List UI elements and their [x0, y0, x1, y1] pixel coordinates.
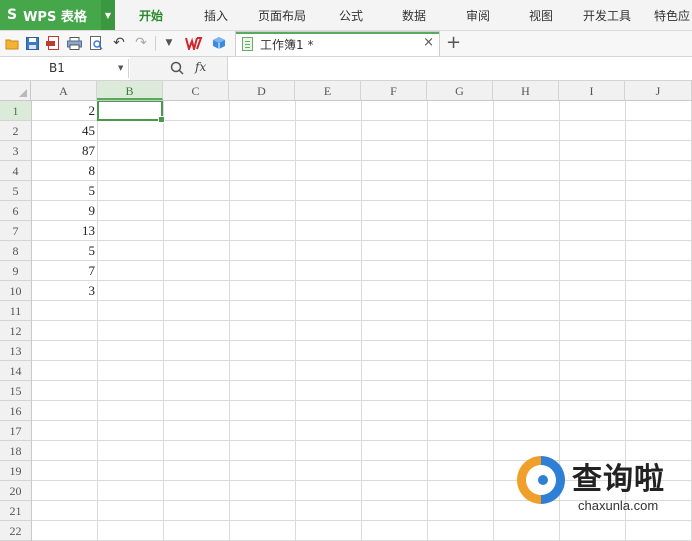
- row-header[interactable]: 14: [0, 361, 31, 381]
- magnifier-logo-icon: [517, 456, 565, 504]
- menu-bar: S WPS 表格 ▼ 开始 插入 页面布局 公式 数据 审阅 视图 开发工具 特…: [0, 0, 692, 31]
- row-header[interactable]: 12: [0, 321, 31, 341]
- menu-tab-start[interactable]: 开始: [139, 0, 163, 30]
- row-header[interactable]: 17: [0, 421, 31, 441]
- column-headers: A B C D E F G H I J: [0, 81, 692, 101]
- row-header[interactable]: 4: [0, 161, 31, 181]
- save-icon[interactable]: [24, 35, 40, 51]
- quick-access-toolbar: ↶ ↷ ▼ 工作簿1 * × +: [0, 31, 692, 57]
- export-pdf-icon[interactable]: [45, 35, 61, 51]
- cell-a4[interactable]: 8: [32, 161, 96, 181]
- row-header[interactable]: 18: [0, 441, 31, 461]
- watermark-logo: 查询啦 chaxunla.com: [514, 452, 684, 518]
- close-tab-icon[interactable]: ×: [423, 35, 434, 50]
- cell-a9[interactable]: 7: [32, 261, 96, 281]
- cell-a3[interactable]: 87: [32, 141, 95, 161]
- row-header[interactable]: 19: [0, 461, 31, 481]
- name-box-dropdown-icon[interactable]: ▼: [118, 64, 123, 72]
- open-folder-icon[interactable]: [4, 35, 20, 51]
- new-tab-button[interactable]: +: [446, 32, 461, 53]
- menu-tab-page-layout[interactable]: 页面布局: [258, 0, 306, 30]
- column-header-d[interactable]: D: [229, 81, 295, 100]
- wps-logo-icon[interactable]: [185, 35, 203, 51]
- row-header[interactable]: 22: [0, 521, 31, 541]
- row-header[interactable]: 10: [0, 281, 31, 301]
- row-header[interactable]: 21: [0, 501, 31, 521]
- row-header[interactable]: 8: [0, 241, 31, 261]
- row-header[interactable]: 1: [0, 101, 31, 121]
- column-header-a[interactable]: A: [31, 81, 97, 100]
- column-header-b[interactable]: B: [97, 81, 163, 100]
- row-header[interactable]: 16: [0, 401, 31, 421]
- insert-function-button[interactable]: fx: [195, 60, 206, 74]
- column-header-i[interactable]: I: [559, 81, 625, 100]
- menu-tab-data[interactable]: 数据: [402, 0, 426, 30]
- toolbar-separator: [155, 36, 156, 51]
- name-box[interactable]: B1 ▼: [0, 59, 129, 78]
- column-header-c[interactable]: C: [163, 81, 229, 100]
- select-all-corner[interactable]: [0, 81, 31, 100]
- row-header[interactable]: 5: [0, 181, 31, 201]
- watermark-url: chaxunla.com: [578, 498, 659, 513]
- column-header-h[interactable]: H: [493, 81, 559, 100]
- cell-a8[interactable]: 5: [32, 241, 96, 261]
- menu-tab-special[interactable]: 特色应: [654, 0, 690, 30]
- app-name: WPS 表格: [23, 9, 87, 25]
- redo-icon[interactable]: ↷: [133, 35, 149, 51]
- row-header[interactable]: 2: [0, 121, 31, 141]
- app-menu-button[interactable]: S WPS 表格: [0, 0, 101, 30]
- row-header[interactable]: 9: [0, 261, 31, 281]
- menu-tab-view[interactable]: 视图: [529, 0, 553, 30]
- column-header-j[interactable]: J: [625, 81, 692, 100]
- menu-tab-insert[interactable]: 插入: [204, 0, 228, 30]
- cell-a7[interactable]: 13: [32, 221, 95, 241]
- cell-a2[interactable]: 45: [32, 121, 95, 141]
- row-headers: 1 2 3 4 5 6 7 8 9 10 11 12 13 14 15 16 1…: [0, 101, 32, 541]
- row-header[interactable]: 13: [0, 341, 31, 361]
- document-tab-title: 工作簿1 *: [260, 38, 314, 52]
- document-tab-accent: [236, 32, 439, 34]
- toolbar-dropdown-icon[interactable]: ▼: [161, 35, 177, 51]
- row-header[interactable]: 15: [0, 381, 31, 401]
- row-header[interactable]: 6: [0, 201, 31, 221]
- undo-icon[interactable]: ↶: [111, 35, 127, 51]
- row-header[interactable]: 20: [0, 481, 31, 501]
- cell-a1[interactable]: 2: [32, 101, 96, 121]
- row-header[interactable]: 3: [0, 141, 31, 161]
- cell-a5[interactable]: 5: [32, 181, 96, 201]
- print-icon[interactable]: [66, 35, 82, 51]
- print-preview-icon[interactable]: [88, 35, 104, 51]
- formula-bar: B1 ▼ fx: [0, 57, 692, 81]
- menu-tab-formulas[interactable]: 公式: [339, 0, 363, 30]
- zoom-search-icon[interactable]: [170, 61, 184, 75]
- select-all-triangle-icon: [19, 89, 27, 97]
- document-tab[interactable]: 工作簿1 * ×: [235, 31, 440, 56]
- cloud-cube-icon[interactable]: [211, 35, 227, 51]
- cell-a6[interactable]: 9: [32, 201, 96, 221]
- spreadsheet-file-icon: [242, 37, 253, 51]
- wps-s-logo: S: [7, 7, 18, 23]
- menu-tab-developer[interactable]: 开发工具: [583, 0, 631, 30]
- column-header-f[interactable]: F: [361, 81, 427, 100]
- app-menu-dropdown-icon[interactable]: ▼: [101, 0, 115, 30]
- watermark-title: 查询啦: [572, 462, 665, 497]
- row-header[interactable]: 7: [0, 221, 31, 241]
- cell-a10[interactable]: 3: [32, 281, 96, 301]
- column-header-g[interactable]: G: [427, 81, 493, 100]
- menu-tab-review[interactable]: 审阅: [466, 0, 490, 30]
- active-cell-b1[interactable]: [97, 101, 165, 123]
- name-box-value: B1: [49, 61, 65, 75]
- column-header-e[interactable]: E: [295, 81, 361, 100]
- row-header[interactable]: 11: [0, 301, 31, 321]
